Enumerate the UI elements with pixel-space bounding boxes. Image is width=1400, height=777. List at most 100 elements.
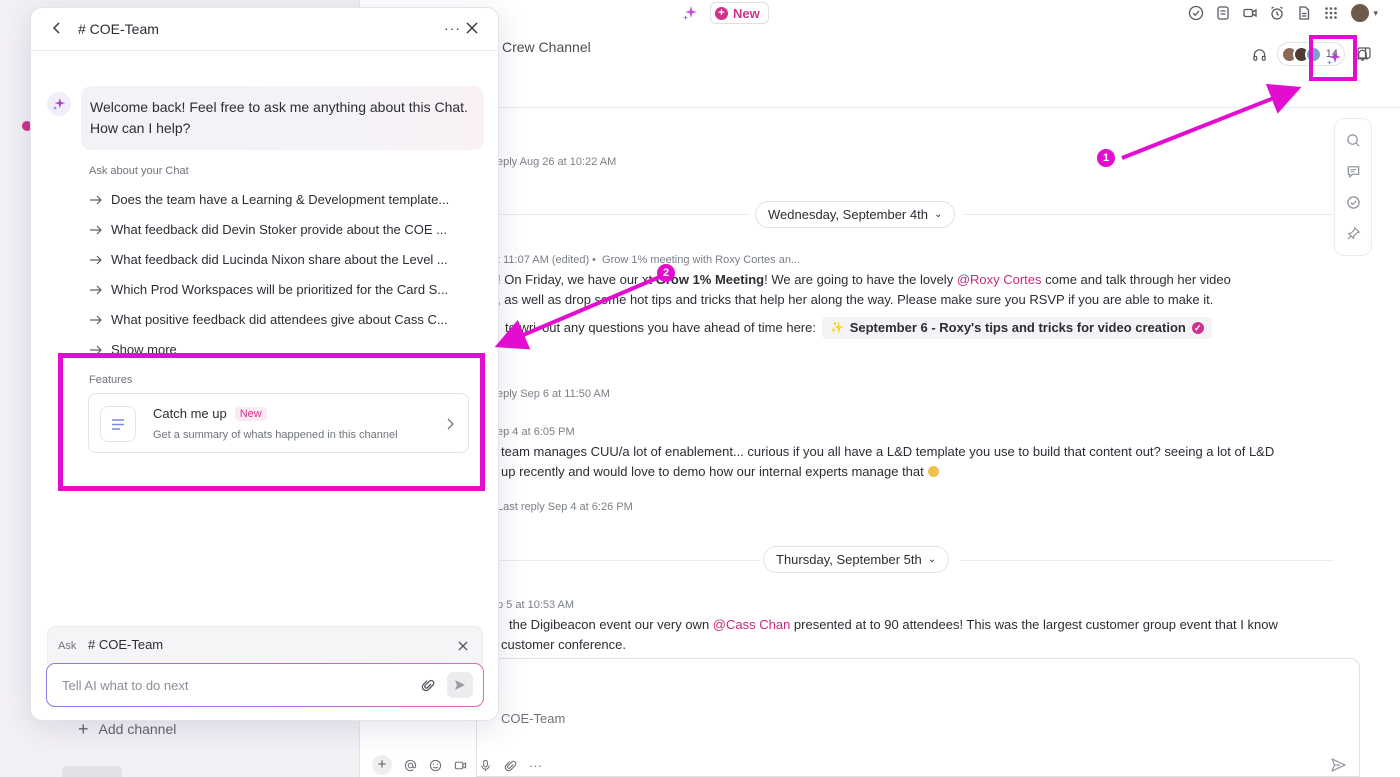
message-line: to wri out any questions you have ahead … — [505, 317, 1212, 339]
arrow-right-icon — [90, 285, 102, 294]
linked-meeting[interactable]: Grow 1% meeting with Roxy Cortes an... — [602, 254, 800, 266]
emoji-icon — [927, 466, 939, 477]
suggestion-label: What feedback did Lucinda Nixon share ab… — [111, 252, 448, 267]
date-divider-line — [480, 560, 760, 561]
plus-icon: + — [78, 719, 89, 739]
more-options-icon[interactable]: ··· — [444, 20, 461, 36]
new-button[interactable]: + New — [710, 2, 769, 24]
chevron-down-icon[interactable]: ▾ — [1373, 8, 1378, 19]
message-meta: t 11:07 AM (edited) • Grow 1% meeting wi… — [497, 254, 800, 266]
chevron-down-icon: ⌄ — [927, 554, 937, 565]
ai-prompt-input[interactable] — [47, 664, 483, 706]
user-mention[interactable]: @Roxy Cortes — [957, 272, 1042, 287]
channel-header: Crew Channel 14 — [362, 28, 1400, 108]
ai-input-border — [46, 663, 484, 707]
date-divider-line — [964, 214, 1334, 215]
send-button[interactable] — [447, 672, 473, 698]
notepad-icon[interactable] — [1215, 5, 1231, 21]
paperclip-icon[interactable] — [421, 678, 435, 692]
close-icon[interactable] — [458, 641, 468, 651]
message-text: ! We are going to have the lovely — [764, 272, 957, 287]
send-icon[interactable] — [1330, 757, 1346, 773]
date-pill-wednesday[interactable]: Wednesday, September 4th ⌄ — [755, 201, 956, 228]
channel-title: Crew Channel — [502, 39, 591, 55]
ai-assistant-button[interactable] — [1309, 35, 1357, 81]
user-mention[interactable]: @Cass Chan — [713, 617, 791, 632]
sparkle-icon: ✨ — [829, 322, 844, 334]
welcome-message: Welcome back! Feel free to ask me anythi… — [81, 86, 484, 150]
message-text: come and talk through her video — [1041, 272, 1231, 287]
top-center-actions: + New — [682, 2, 769, 24]
message-text: the Digibeacon event our very own — [509, 617, 713, 632]
arrow-right-icon — [90, 195, 102, 204]
panel-title: # COE-Team — [78, 21, 159, 37]
chevron-down-icon: ⌄ — [933, 209, 943, 220]
video-icon[interactable] — [1242, 5, 1258, 21]
ask-channel: # COE-Team — [88, 637, 164, 652]
message-line: the Digibeacon event our very own @Cass … — [509, 615, 1278, 635]
back-arrow-icon[interactable] — [51, 21, 63, 35]
suggestion-label: What positive feedback did attendees giv… — [111, 312, 448, 327]
suggestion-item[interactable]: What feedback did Devin Stoker provide a… — [89, 222, 447, 237]
send-icon — [455, 680, 465, 690]
more-options-icon[interactable]: ··· — [529, 758, 542, 773]
video-clip-icon[interactable] — [454, 759, 467, 772]
paperclip-icon[interactable] — [504, 759, 517, 772]
message-text: up recently and would love to demo how o… — [501, 464, 924, 479]
annotation-highlight-features — [58, 353, 485, 491]
alarm-icon[interactable] — [1269, 5, 1285, 21]
at-mention-icon[interactable] — [404, 759, 417, 772]
date-pill-thursday[interactable]: Thursday, September 5th ⌄ — [763, 546, 950, 573]
sidebar-footer-controls[interactable] — [62, 766, 122, 777]
message-text: ! On Friday, we have our — [497, 272, 642, 287]
pin-icon[interactable] — [1346, 226, 1361, 241]
headphones-icon[interactable] — [1252, 47, 1267, 62]
add-attachment-button[interactable]: + — [372, 755, 392, 775]
suggestion-label: Which Prod Workspaces will be prioritize… — [111, 282, 449, 297]
task-check-icon[interactable] — [1346, 195, 1361, 210]
arrow-right-icon — [90, 315, 102, 324]
suggestion-item[interactable]: What feedback did Lucinda Nixon share ab… — [89, 252, 448, 267]
message-reply-meta[interactable]: eply Sep 6 at 11:50 AM — [497, 388, 610, 400]
emoji-icon[interactable] — [429, 759, 442, 772]
add-channel-button[interactable]: + Add channel — [78, 720, 176, 738]
panel-header: # COE-Team ··· — [31, 8, 498, 51]
message-reply-meta[interactable]: eply Aug 26 at 10:22 AM — [497, 156, 616, 168]
message-text: out any questions you have ahead of time… — [542, 320, 816, 335]
suggestion-item[interactable]: Does the team have a Learning & Developm… — [89, 192, 449, 207]
arrow-right-icon — [90, 225, 102, 234]
check-circle-icon[interactable] — [1188, 5, 1204, 21]
message-text: presented at to 90 attendees! This was t… — [790, 617, 1278, 632]
date-label: Thursday, September 5th — [776, 552, 922, 567]
doc-link-chip[interactable]: ✨ September 6 - Roxy's tips and tricks f… — [821, 317, 1212, 339]
suggestion-item[interactable]: What positive feedback did attendees giv… — [89, 312, 448, 327]
suggestion-label: What feedback did Devin Stoker provide a… — [111, 222, 448, 237]
suggestion-item[interactable]: Which Prod Workspaces will be prioritize… — [89, 282, 448, 297]
close-icon[interactable] — [466, 22, 478, 34]
date-divider-line — [480, 214, 750, 215]
ai-sparkle-icon — [1327, 51, 1341, 65]
message-composer[interactable]: COE-Team — [476, 658, 1360, 777]
add-channel-label: Add channel — [98, 721, 177, 737]
suggestion-label: Does the team have a Learning & Developm… — [111, 192, 450, 207]
verified-check-icon: ✓ — [1191, 322, 1204, 334]
ai-sparkle-icon[interactable] — [682, 5, 698, 21]
microphone-icon[interactable] — [479, 759, 492, 772]
comment-icon[interactable] — [1346, 164, 1361, 179]
side-panel-toggle-icon[interactable] — [1357, 46, 1371, 60]
apps-grid-icon[interactable] — [1323, 5, 1339, 21]
message-text: to wri — [505, 320, 537, 335]
date-divider-line — [960, 560, 1334, 561]
message-line: , as well as drop some hot tips and tric… — [497, 292, 1214, 307]
composer-toolbar: + ··· — [372, 755, 542, 775]
message-reply-meta[interactable]: Last reply Sep 4 at 6:26 PM — [497, 501, 633, 513]
annotation-marker-2: 2 — [657, 264, 675, 282]
message-line: team manages CUU/a lot of enablement... … — [501, 444, 1275, 459]
user-avatar[interactable] — [1350, 3, 1371, 23]
ai-avatar — [47, 92, 71, 116]
document-icon[interactable] — [1296, 5, 1312, 21]
plus-circle-icon: + — [715, 6, 728, 20]
search-icon[interactable] — [1346, 133, 1361, 148]
suggestions-heading: Ask about your Chat — [89, 165, 189, 177]
new-button-label: New — [733, 5, 760, 21]
